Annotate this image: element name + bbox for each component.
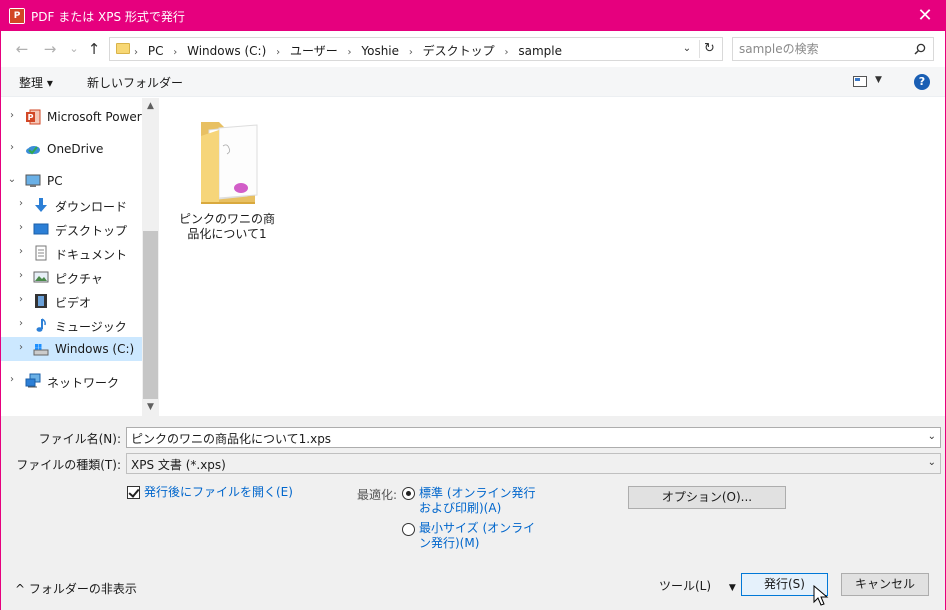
- expand-chevron-icon[interactable]: ›: [16, 270, 26, 281]
- view-options-dropdown[interactable]: ▼: [875, 75, 882, 85]
- search-input[interactable]: [739, 41, 899, 57]
- back-button[interactable]: ←: [13, 39, 31, 59]
- navigation-pane-scrollbar[interactable]: ▲ ▼: [142, 98, 159, 416]
- optimize-label: 最適化:: [357, 488, 398, 502]
- forward-button[interactable]: →: [41, 39, 59, 59]
- window-title: PDF または XPS 形式で発行: [31, 10, 185, 24]
- open-after-publish-label[interactable]: 発行後にファイルを開く(E): [144, 485, 293, 500]
- file-list: ピンクのワニの商品化について1: [159, 98, 945, 416]
- filetype-value: XPS 文書 (*.xps): [131, 458, 226, 472]
- scroll-up-arrow[interactable]: ▲: [142, 98, 159, 115]
- expand-chevron-icon[interactable]: ›: [16, 294, 26, 305]
- breadcrumb-pc[interactable]: PC: [148, 44, 164, 58]
- folder-item[interactable]: ピンクのワニの商品化について1: [179, 108, 275, 241]
- open-after-publish-checkbox[interactable]: [127, 486, 140, 499]
- folder-icon: [201, 122, 258, 204]
- breadcrumb: › PC › Windows (C:) › ユーザー › Yoshie › デス…: [134, 44, 562, 58]
- cancel-button[interactable]: キャンセル: [841, 573, 929, 596]
- tree-item-powerpoint[interactable]: › P Microsoft PowerP: [1, 105, 142, 129]
- optimize-standard-label[interactable]: 標準 (オンライン発行および印刷)(A): [419, 486, 544, 516]
- optimize-minimum-label[interactable]: 最小サイズ (オンライン発行)(M): [419, 521, 544, 551]
- help-icon[interactable]: ?: [914, 74, 930, 90]
- expand-chevron-icon[interactable]: ›: [16, 222, 26, 233]
- desktop-icon: [33, 223, 49, 235]
- refresh-icon[interactable]: ↻: [699, 40, 719, 58]
- hide-folders-toggle[interactable]: ^ フォルダーの非表示: [15, 580, 137, 597]
- optimize-standard-radio[interactable]: [402, 487, 415, 500]
- tree-item-videos[interactable]: › ビデオ: [1, 289, 142, 313]
- onedrive-icon: [26, 146, 40, 155]
- filetype-select[interactable]: XPS 文書 (*.xps) ⌄: [126, 453, 941, 474]
- command-bar: 整理 ▾ 新しいフォルダー ▼ ?: [1, 67, 945, 97]
- tools-menu[interactable]: ツール(L) ▼: [659, 577, 736, 594]
- tree-item-pictures[interactable]: › ピクチャ: [1, 265, 142, 289]
- organize-button[interactable]: 整理 ▾: [19, 74, 53, 91]
- mouse-cursor-icon: [813, 585, 829, 606]
- music-icon: [36, 318, 46, 332]
- video-icon: [35, 294, 47, 308]
- breadcrumb-sample[interactable]: sample: [518, 44, 562, 58]
- expand-chevron-icon[interactable]: ›: [7, 374, 17, 385]
- address-bar[interactable]: › PC › Windows (C:) › ユーザー › Yoshie › デス…: [109, 37, 723, 61]
- close-button[interactable]: ✕: [905, 1, 945, 31]
- optimize-minimum-radio[interactable]: [402, 523, 415, 536]
- filename-label: ファイル名(N):: [38, 432, 121, 446]
- recent-locations-button[interactable]: ⌄: [65, 39, 83, 59]
- download-icon: [35, 198, 47, 212]
- drive-icon: [33, 344, 49, 356]
- breadcrumb-windows-c[interactable]: Windows (C:): [187, 44, 266, 58]
- change-view-icon[interactable]: [853, 76, 867, 87]
- filetype-label: ファイルの種類(T):: [16, 458, 121, 472]
- powerpoint-app-icon: P: [9, 8, 25, 24]
- filename-value[interactable]: ピンクのワニの商品化について1.xps: [131, 430, 331, 447]
- tree-item-downloads[interactable]: › ダウンロード: [1, 193, 142, 217]
- expand-chevron-icon[interactable]: ›: [7, 110, 17, 121]
- up-button[interactable]: ↑: [85, 39, 103, 59]
- tree-item-windows-c[interactable]: › Windows (C:): [1, 337, 142, 361]
- filename-dropdown-icon[interactable]: ⌄: [928, 431, 936, 442]
- svg-text:P: P: [28, 113, 34, 122]
- tree-item-onedrive[interactable]: › OneDrive: [1, 137, 142, 161]
- tools-label[interactable]: ツール(L): [659, 579, 711, 593]
- tree-item-music[interactable]: › ミュージック: [1, 313, 142, 337]
- save-options-panel: ファイル名(N): ピンクのワニの商品化について1.xps ⌄ ファイルの種類(…: [1, 416, 945, 610]
- filetype-dropdown-icon[interactable]: ⌄: [928, 457, 936, 468]
- new-folder-button[interactable]: 新しいフォルダー: [87, 74, 183, 91]
- expand-chevron-icon[interactable]: ›: [16, 342, 26, 353]
- expand-chevron-icon[interactable]: ›: [7, 142, 17, 153]
- tree-item-documents[interactable]: › ドキュメント: [1, 241, 142, 265]
- folder-icon: [116, 43, 130, 54]
- scroll-thumb[interactable]: [143, 231, 158, 399]
- options-button[interactable]: オプション(O)...: [628, 486, 786, 509]
- tree-item-desktop[interactable]: › デスクトップ: [1, 217, 142, 241]
- network-icon: [25, 373, 41, 388]
- tree-item-pc[interactable]: ⌄ PC: [1, 169, 142, 193]
- publish-dialog: P PDF または XPS 形式で発行 ✕ ← → ⌄ ↑ › PC › Win…: [0, 0, 946, 610]
- tree-item-network[interactable]: › ネットワーク: [1, 369, 142, 393]
- pc-icon: [25, 174, 41, 187]
- powerpoint-icon: P: [26, 109, 41, 125]
- navigation-pane: › P Microsoft PowerP › OneDrive ⌄ PC › ダ…: [1, 98, 142, 416]
- expand-chevron-icon[interactable]: ›: [16, 318, 26, 329]
- search-icon: [914, 43, 926, 55]
- navigation-row: ← → ⌄ ↑ › PC › Windows (C:) › ユーザー › Yos…: [1, 31, 945, 67]
- documents-icon: [35, 245, 47, 261]
- title-bar: P PDF または XPS 形式で発行 ✕: [1, 1, 945, 31]
- search-box[interactable]: [732, 37, 934, 61]
- expand-chevron-icon[interactable]: ›: [16, 198, 26, 209]
- address-dropdown-icon[interactable]: ⌄: [680, 41, 694, 57]
- folder-name: ピンクのワニの商品化について1: [179, 212, 276, 241]
- filename-field[interactable]: ピンクのワニの商品化について1.xps ⌄: [126, 427, 941, 448]
- scroll-down-arrow[interactable]: ▼: [142, 399, 159, 416]
- collapse-chevron-icon[interactable]: ⌄: [7, 174, 17, 185]
- breadcrumb-desktop[interactable]: デスクトップ: [423, 44, 495, 58]
- breadcrumb-users[interactable]: ユーザー: [290, 44, 338, 58]
- tools-dropdown-icon[interactable]: ▼: [729, 583, 736, 593]
- pictures-icon: [33, 271, 49, 283]
- expand-chevron-icon[interactable]: ›: [16, 246, 26, 257]
- breadcrumb-yoshie[interactable]: Yoshie: [361, 44, 399, 58]
